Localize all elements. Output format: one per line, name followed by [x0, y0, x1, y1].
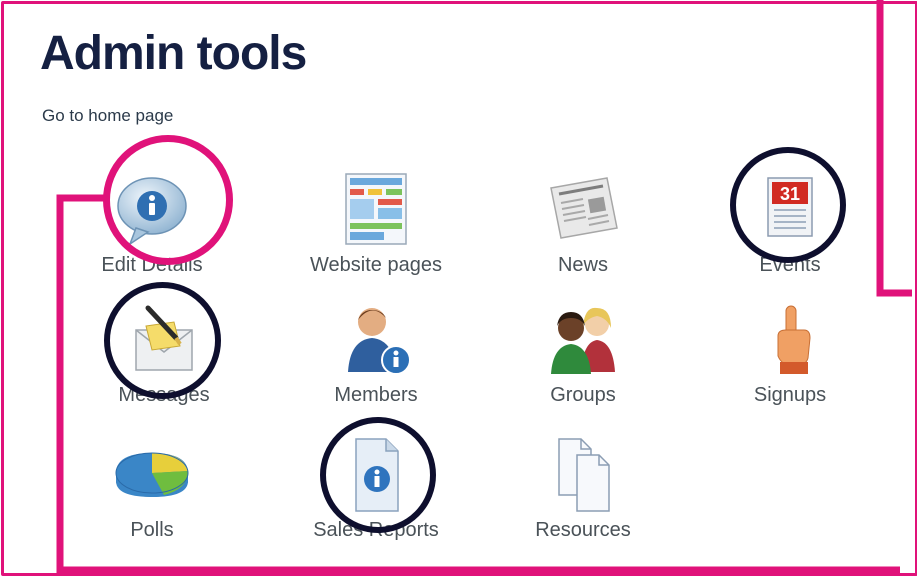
highlight-circle-events — [730, 147, 846, 263]
highlight-circle-messages — [104, 282, 221, 399]
highlight-circle-sales-reports — [320, 417, 436, 533]
highlight-circle-edit-details — [103, 135, 233, 265]
